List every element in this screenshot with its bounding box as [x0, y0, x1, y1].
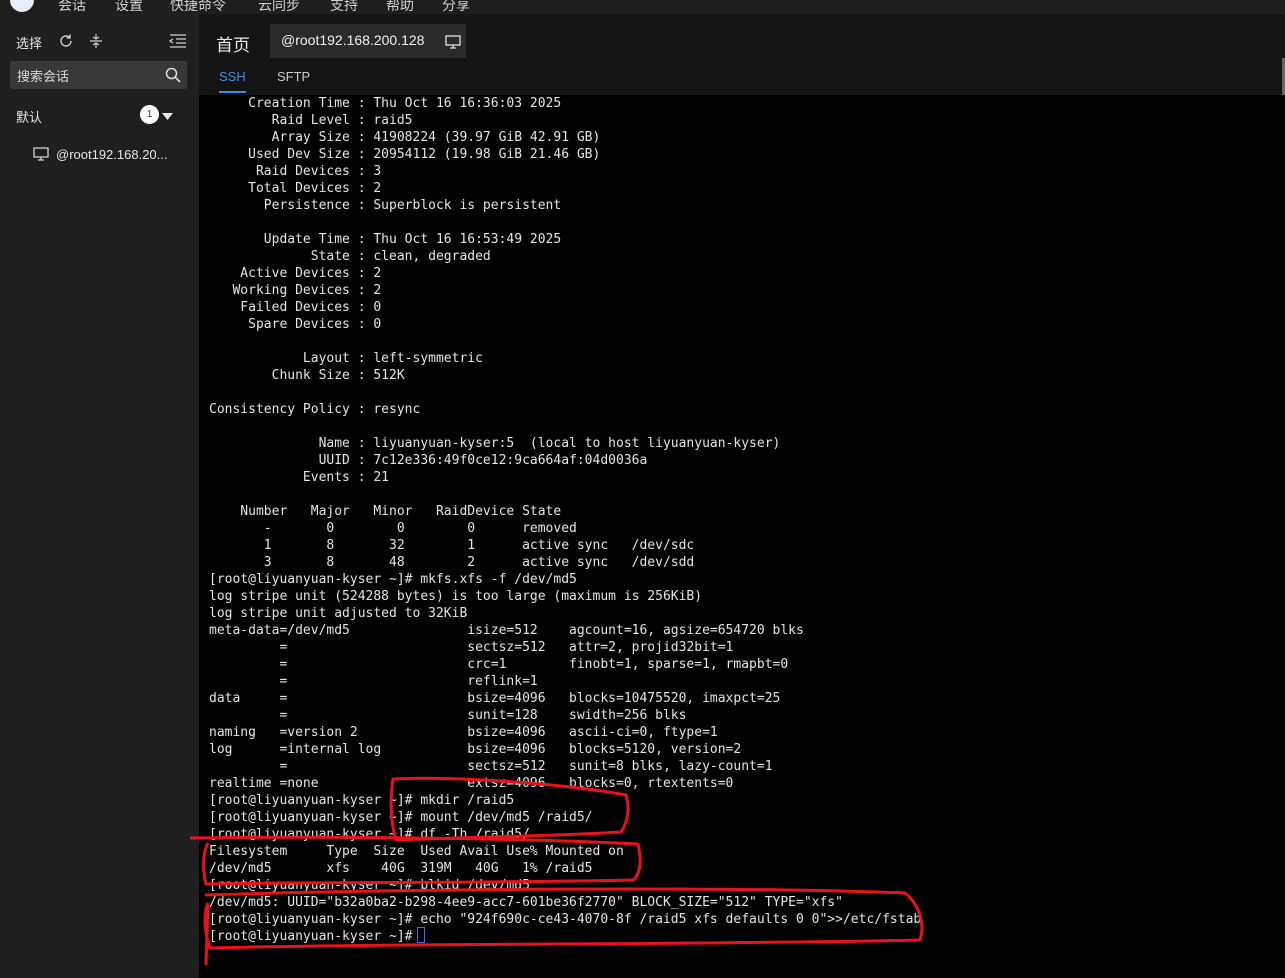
tab-session[interactable]: @root192.168.200.128 — [270, 24, 466, 58]
terminal-line: [root@liyuanyuan-kyser ~]# — [209, 929, 421, 944]
menu-bar: 会话 设置 快捷命令 云同步 支持 帮助 分享 — [0, 0, 1285, 14]
terminal-line: meta-data=/dev/md5 isize=512 agcount=16,… — [209, 623, 804, 638]
session-item-label: @root192.168.20... — [56, 147, 168, 162]
terminal-line: Working Devices : 2 — [209, 283, 382, 298]
menu-item-support[interactable]: 支持 — [330, 0, 358, 14]
terminal-line: [root@liyuanyuan-kyser ~]# mkdir /raid5 — [209, 793, 515, 808]
terminal-line: Number Major Minor RaidDevice State — [209, 504, 562, 519]
terminal-line: Raid Devices : 3 — [209, 164, 382, 179]
select-label[interactable]: 选择 — [16, 33, 42, 52]
tab-sftp[interactable]: SFTP — [277, 69, 310, 84]
terminal-line: Filesystem Type Size Used Avail Use% Mou… — [209, 844, 624, 859]
group-label-default[interactable]: 默认 — [16, 107, 42, 126]
terminal-line: [root@liyuanyuan-kyser ~]# mount /dev/md… — [209, 810, 593, 825]
menu-item-session[interactable]: 会话 — [58, 0, 86, 14]
terminal-line: naming =version 2 bsize=4096 ascii-ci=0,… — [209, 725, 718, 740]
terminal-line: Spare Devices : 0 — [209, 317, 382, 332]
terminal-line: - 0 0 0 removed — [209, 521, 577, 536]
terminal-line: Used Dev Size : 20954112 (19.98 GiB 21.4… — [209, 147, 601, 162]
menu-item-settings[interactable]: 设置 — [115, 0, 143, 14]
terminal-line: State : clean, degraded — [209, 249, 491, 264]
tab-home[interactable]: 首页 — [216, 31, 250, 56]
tab-session-label: @root192.168.200.128 — [281, 32, 425, 48]
terminal-line: /dev/md5 xfs 40G 319M 40G 1% /raid5 — [209, 861, 593, 876]
terminal-line: Persistence : Superblock is persistent — [209, 198, 562, 213]
app-logo-icon — [10, 0, 34, 12]
terminal-line: = sectsz=512 sunit=8 blks, lazy-count=1 — [209, 759, 773, 774]
terminal-line: = sunit=128 swidth=256 blks — [209, 708, 687, 723]
caret-down-icon[interactable] — [161, 109, 174, 125]
terminal-line: Events : 21 — [209, 470, 390, 485]
protocol-tabs: SSH SFTP — [199, 58, 1285, 95]
refresh-icon[interactable] — [58, 33, 74, 53]
terminal-line: log =internal log bsize=4096 blocks=5120… — [209, 742, 742, 757]
terminal-line: Consistency Policy : resync — [209, 402, 421, 417]
monitor-icon — [445, 35, 461, 52]
group-count-badge: 1 — [140, 105, 159, 124]
search-icon[interactable] — [165, 67, 181, 87]
terminal-line: data = bsize=4096 blocks=10475520, imaxp… — [209, 691, 781, 706]
menu-item-help[interactable]: 帮助 — [386, 0, 414, 14]
terminal-line: 3 8 48 2 active sync /dev/sdd — [209, 555, 695, 570]
terminal-line: log stripe unit adjusted to 32KiB — [209, 606, 468, 621]
menu-item-cloud-sync[interactable]: 云同步 — [258, 0, 300, 14]
terminal-line: = crc=1 finobt=1, sparse=1, rmapbt=0 — [209, 657, 789, 672]
terminal-output[interactable]: Creation Time : Thu Oct 16 16:36:03 2025… — [199, 95, 1285, 978]
session-search-input[interactable] — [15, 61, 159, 91]
terminal-line: Array Size : 41908224 (39.97 GiB 42.91 G… — [209, 130, 601, 145]
tab-bar: 首页 @root192.168.200.128 — [199, 14, 1285, 58]
terminal-line: log stripe unit (524288 bytes) is too la… — [209, 589, 703, 604]
terminal-line: Active Devices : 2 — [209, 266, 382, 281]
menu-item-shortcuts[interactable]: 快捷命令 — [170, 0, 226, 14]
terminal-line: /dev/md5: UUID="b32a0ba2-b298-4ee9-acc7-… — [209, 895, 843, 910]
terminal-cursor — [417, 927, 425, 943]
terminal-line: Creation Time : Thu Oct 16 16:36:03 2025 — [209, 96, 562, 111]
sidebar: 选择 默认 1 @root192.168.20... — [0, 14, 199, 978]
terminal-line: = sectsz=512 attr=2, projid32bit=1 — [209, 640, 734, 655]
terminal-line: [root@liyuanyuan-kyser ~]# df -Th /raid5… — [209, 827, 530, 842]
collapse-split-icon[interactable] — [89, 33, 103, 53]
terminal-line: Raid Level : raid5 — [209, 113, 413, 128]
terminal-line: [root@liyuanyuan-kyser ~]# echo "924f690… — [209, 912, 922, 927]
monitor-icon — [33, 147, 49, 165]
terminal-line: Name : liyuanyuan-kyser:5 (local to host… — [209, 436, 781, 451]
terminal-line: Failed Devices : 0 — [209, 300, 382, 315]
terminal-line: = reflink=1 — [209, 674, 538, 689]
terminal-line: Update Time : Thu Oct 16 16:53:49 2025 — [209, 232, 562, 247]
terminal-line: Chunk Size : 512K — [209, 368, 405, 383]
menu-fold-icon[interactable] — [168, 33, 187, 53]
session-search — [10, 61, 187, 91]
terminal-line: 1 8 32 1 active sync /dev/sdc — [209, 538, 695, 553]
terminal-line: realtime =none extsz=4096 blocks=0, rtex… — [209, 776, 734, 791]
menu-item-share[interactable]: 分享 — [442, 0, 470, 14]
terminal-line: Total Devices : 2 — [209, 181, 382, 196]
terminal-line: UUID : 7c12e336:49f0ce12:9ca664af:04d003… — [209, 453, 648, 468]
terminal-line: [root@liyuanyuan-kyser ~]# blkid /dev/md… — [209, 878, 530, 893]
tab-ssh[interactable]: SSH — [219, 69, 246, 93]
terminal-line: [root@liyuanyuan-kyser ~]# mkfs.xfs -f /… — [209, 572, 577, 587]
terminal-line: Layout : left-symmetric — [209, 351, 483, 366]
